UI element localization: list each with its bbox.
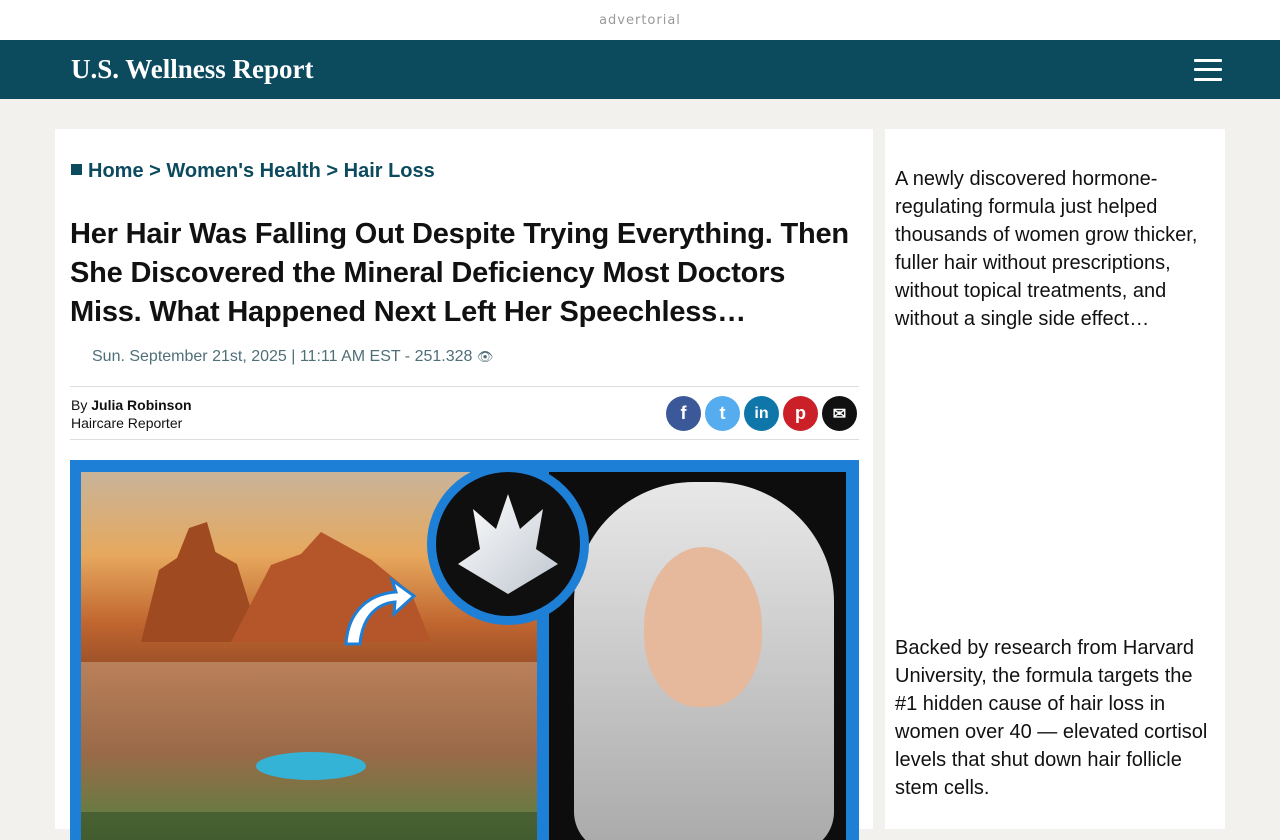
sidebar-paragraph: A newly discovered hormone-regulating fo… (895, 168, 1198, 330)
byline-bar: By Julia Robinson Haircare Reporter f t … (70, 386, 859, 440)
article-main: Home > Women's Health > Hair Loss Her Ha… (55, 129, 873, 840)
hamburger-menu-icon[interactable] (1194, 58, 1222, 81)
crystal-inset (427, 463, 589, 625)
dateline-text: Sun. September 21st, 2025 | 11:11 AM EST… (92, 348, 473, 365)
breadcrumb-womens-health[interactable]: Women's Health (166, 160, 320, 182)
face (644, 547, 762, 707)
article-headline: Her Hair Was Falling Out Despite Trying … (70, 218, 849, 328)
breadcrumb-square-icon (71, 164, 82, 175)
quartz-crystal-icon (458, 494, 558, 594)
share-buttons: f t in p ✉ (666, 396, 857, 431)
twitter-icon[interactable]: t (705, 396, 740, 431)
sidebar: A newly discovered hormone-regulating fo… (885, 129, 1225, 829)
advertorial-bar: advertorial (0, 0, 1280, 40)
hero-image (70, 460, 859, 840)
pinterest-icon[interactable]: p (783, 396, 818, 431)
page-content: Home > Women's Health > Hair Loss Her Ha… (55, 129, 1225, 840)
article-dateline: Sun. September 21st, 2025 | 11:11 AM EST… (92, 348, 493, 366)
sidebar-paragraph: Backed by research from Harvard Universi… (895, 637, 1208, 799)
breadcrumb-separator: > (149, 160, 161, 182)
author-block: By Julia Robinson Haircare Reporter (71, 396, 192, 432)
breadcrumb-hair-loss[interactable]: Hair Loss (344, 160, 435, 182)
email-icon[interactable]: ✉ (822, 396, 857, 431)
linkedin-icon[interactable]: in (744, 396, 779, 431)
curved-arrow-icon (344, 576, 417, 646)
adobe-resort (81, 662, 537, 812)
site-brand[interactable]: U.S. Wellness Report (71, 54, 314, 85)
author-name[interactable]: Julia Robinson (91, 397, 191, 413)
author-role: Haircare Reporter (71, 415, 183, 431)
by-prefix: By (71, 397, 88, 413)
breadcrumb-separator: > (326, 160, 339, 182)
site-header: U.S. Wellness Report (0, 40, 1280, 99)
advertorial-label: advertorial (599, 12, 681, 28)
eye-icon: 👁 (476, 349, 494, 364)
breadcrumb-home[interactable]: Home (88, 160, 144, 182)
resort-pool (256, 752, 366, 780)
woman-portrait-image (549, 472, 846, 840)
breadcrumb: Home > Women's Health > Hair Loss (71, 160, 435, 183)
facebook-icon[interactable]: f (666, 396, 701, 431)
